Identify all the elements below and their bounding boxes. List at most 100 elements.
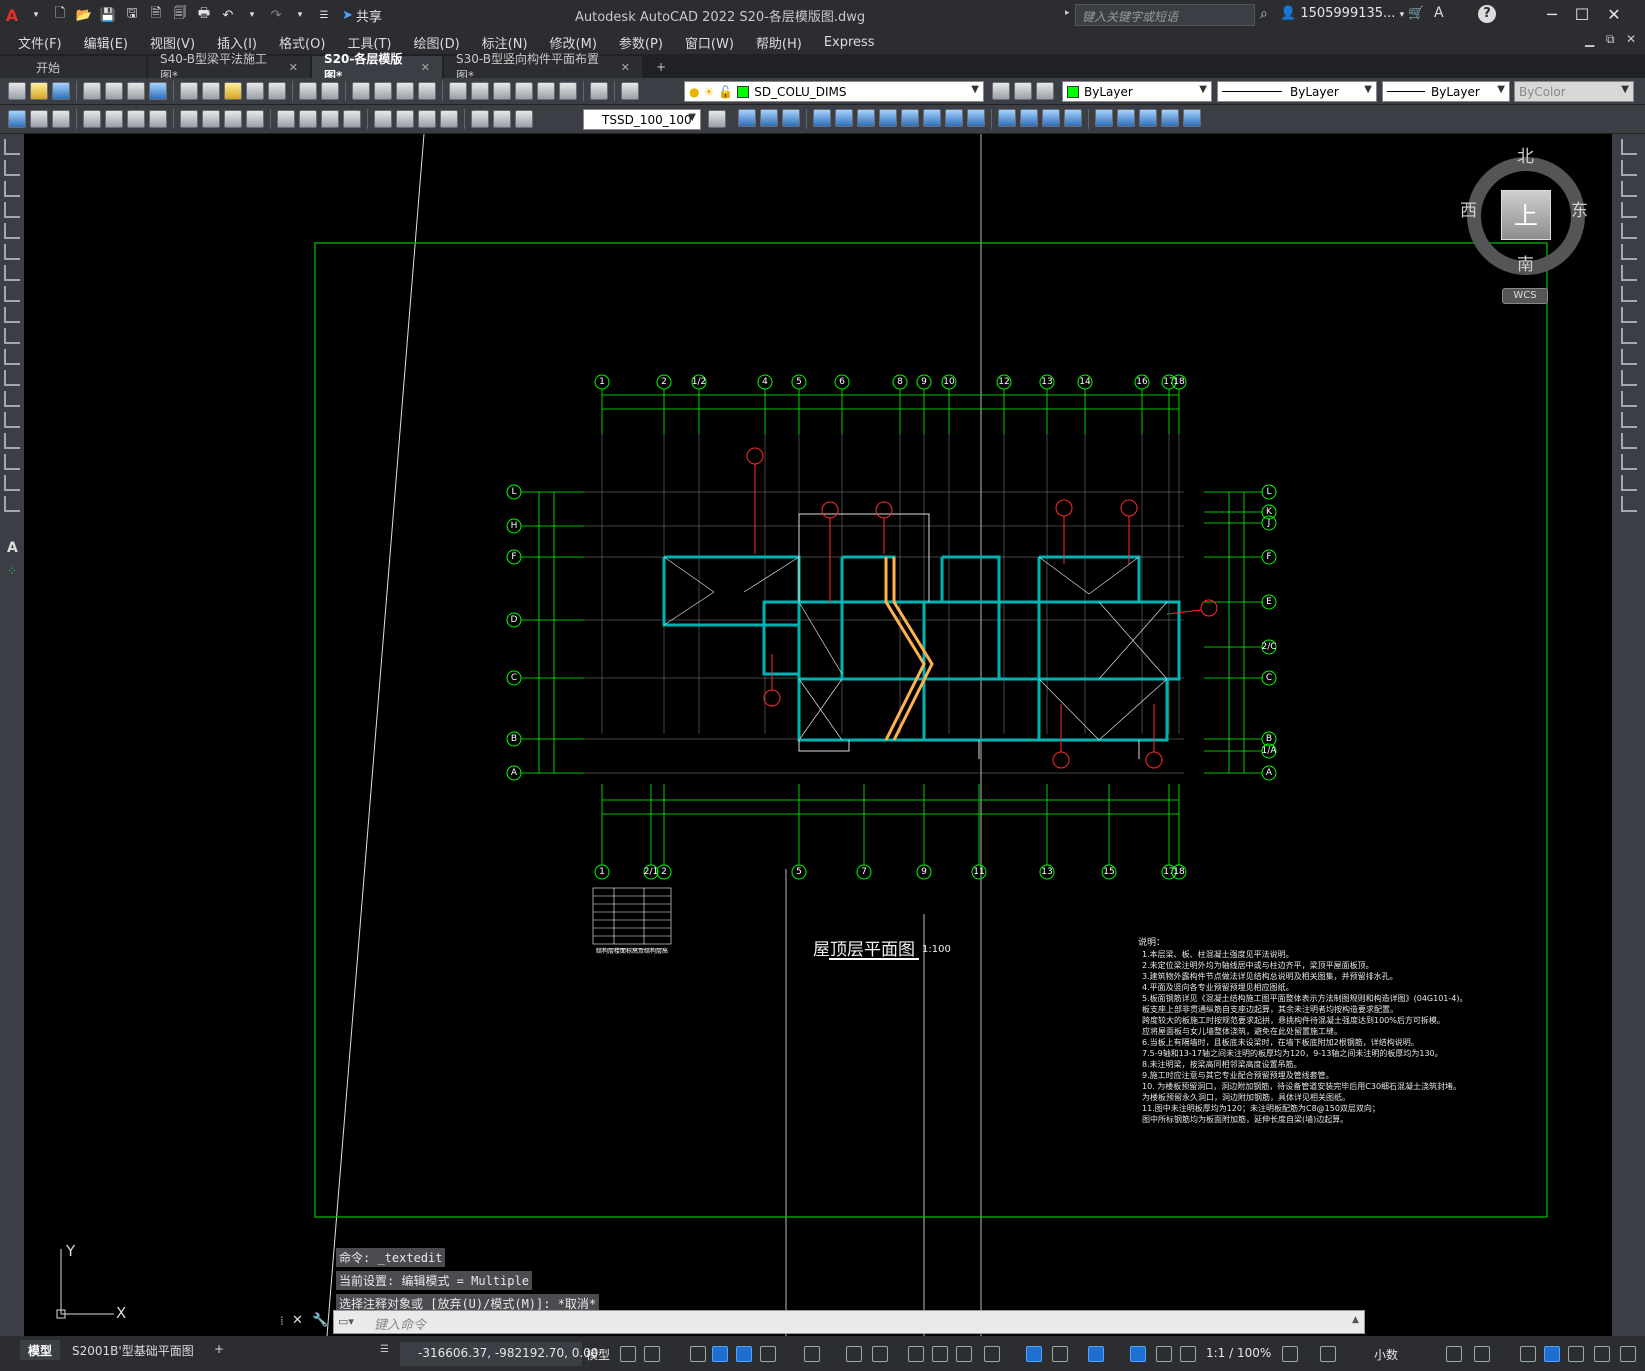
- minimize-button[interactable]: ─: [1538, 3, 1566, 27]
- auto-scale-icon[interactable]: [1156, 1346, 1172, 1362]
- rectangle-icon[interactable]: [4, 223, 20, 239]
- plot-icon[interactable]: [83, 82, 101, 100]
- dim-update-icon[interactable]: [515, 110, 533, 128]
- workspace-gear-icon[interactable]: [1282, 1346, 1298, 1362]
- break-icon[interactable]: [1620, 391, 1637, 407]
- menu-draw[interactable]: 绘图(D): [403, 33, 471, 52]
- break-at-point-icon[interactable]: [1620, 370, 1637, 386]
- undo-icon[interactable]: [299, 82, 317, 100]
- plotstyle-dropdown[interactable]: ByColor ▼: [1514, 81, 1634, 102]
- close-icon[interactable]: ✕: [421, 61, 430, 74]
- add-selected-icon[interactable]: ⁘: [7, 564, 17, 578]
- layer-state-icon[interactable]: [1036, 82, 1054, 100]
- undo-icon[interactable]: ↶: [218, 5, 238, 25]
- menu-dimension[interactable]: 标注(N): [471, 33, 539, 52]
- menu-file[interactable]: 文件(F): [7, 33, 73, 52]
- command-history-toggle-icon[interactable]: ▲: [1352, 1315, 1359, 1325]
- annotation-monitor-icon[interactable]: [1320, 1346, 1336, 1362]
- circle-icon[interactable]: [4, 265, 20, 281]
- new-file-icon[interactable]: 🗋: [50, 5, 70, 25]
- menu-tools[interactable]: 工具(T): [336, 33, 402, 52]
- status-menu-icon[interactable]: ☰: [380, 1344, 389, 1355]
- dim-diameter-icon[interactable]: [224, 110, 242, 128]
- user-account[interactable]: 👤 1505999135... ▾: [1280, 6, 1404, 21]
- annoscale-dropdown[interactable]: TSSD_100_100 ▼: [583, 109, 701, 130]
- dynamic-ucs-icon[interactable]: [1026, 1346, 1042, 1362]
- menu-modify[interactable]: 修改(M): [539, 33, 608, 52]
- fullscreen-icon[interactable]: [1594, 1346, 1610, 1362]
- dim-aligned-icon[interactable]: [105, 110, 123, 128]
- inspect-icon[interactable]: [418, 110, 436, 128]
- redo-icon[interactable]: [321, 82, 339, 100]
- erase-icon[interactable]: [1620, 139, 1637, 155]
- dim-space-icon[interactable]: [343, 110, 361, 128]
- close-window-button[interactable]: ✕: [1600, 3, 1628, 27]
- array-icon[interactable]: [1620, 223, 1637, 239]
- command-prompt-icon[interactable]: ▭▾: [338, 1315, 354, 1328]
- modify-tool-icon[interactable]: [835, 109, 853, 127]
- modify-tool-icon[interactable]: [945, 109, 963, 127]
- dim-edit-icon[interactable]: [471, 110, 489, 128]
- pan-icon[interactable]: [352, 82, 370, 100]
- extend-icon[interactable]: [1620, 349, 1637, 365]
- stretch-icon[interactable]: [1620, 307, 1637, 323]
- help-icon[interactable]: [590, 82, 608, 100]
- markup-icon[interactable]: [537, 82, 555, 100]
- properties-icon[interactable]: [449, 82, 467, 100]
- add-layout-button[interactable]: +: [206, 1340, 232, 1360]
- share-icon[interactable]: ➤: [342, 8, 353, 23]
- zoom-window-icon[interactable]: [396, 82, 414, 100]
- block-editor-icon[interactable]: [268, 82, 286, 100]
- help-icon[interactable]: ?: [1478, 5, 1496, 23]
- dim-angular-icon[interactable]: [246, 110, 264, 128]
- tab-s30[interactable]: S30-B型竖向构件平面布置图* ✕: [444, 52, 642, 83]
- offset-icon[interactable]: [1620, 202, 1637, 218]
- line-icon[interactable]: [4, 139, 20, 155]
- join-icon[interactable]: [1620, 412, 1637, 428]
- calculator-icon[interactable]: [559, 82, 577, 100]
- menu-window[interactable]: 窗口(W): [674, 33, 745, 52]
- modify-tool-icon[interactable]: [923, 109, 941, 127]
- modify-tool-icon[interactable]: [879, 109, 897, 127]
- doc-close-button[interactable]: ✕: [1626, 32, 1636, 46]
- tab-layout[interactable]: S2001B'型基础平面图: [64, 1340, 202, 1360]
- selection-filter-icon[interactable]: [1052, 1346, 1068, 1362]
- make-current-layer-icon[interactable]: [992, 82, 1010, 100]
- center-mark-icon[interactable]: [396, 110, 414, 128]
- viewcube-top-face[interactable]: 上: [1501, 190, 1551, 240]
- redo-dropdown-icon[interactable]: ▾: [290, 5, 310, 25]
- modify-tool-icon[interactable]: [1042, 109, 1060, 127]
- move-icon[interactable]: [1620, 244, 1637, 260]
- table-icon[interactable]: [4, 496, 20, 512]
- tssd-tool-icon[interactable]: [52, 110, 70, 128]
- command-input[interactable]: 键入命令: [333, 1310, 1365, 1334]
- tolerance-icon[interactable]: [374, 110, 392, 128]
- zoom-previous-icon[interactable]: [418, 82, 436, 100]
- gradient-icon[interactable]: [4, 454, 20, 470]
- mirror-icon[interactable]: [1620, 181, 1637, 197]
- app-menu-icon[interactable]: A: [2, 5, 22, 25]
- menu-format[interactable]: 格式(O): [268, 33, 336, 52]
- design-center-icon[interactable]: [471, 82, 489, 100]
- modify-tool-icon[interactable]: [813, 109, 831, 127]
- save-web-icon[interactable]: 🗐: [170, 5, 190, 25]
- modify-tool-icon[interactable]: [760, 109, 778, 127]
- menu-parametric[interactable]: 参数(P): [608, 33, 674, 52]
- selection-cycling-icon[interactable]: [956, 1346, 972, 1362]
- plot-icon[interactable]: 🖶: [194, 5, 214, 25]
- dynamic-input-icon[interactable]: [712, 1346, 728, 1362]
- polyline-icon[interactable]: [4, 181, 20, 197]
- jogged-linear-icon[interactable]: [440, 110, 458, 128]
- tool-palettes-icon[interactable]: [493, 82, 511, 100]
- modify-tool-icon[interactable]: [1020, 109, 1038, 127]
- region-icon[interactable]: [4, 475, 20, 491]
- ortho-icon[interactable]: [736, 1346, 752, 1362]
- modify-tool-icon[interactable]: [998, 109, 1016, 127]
- autodesk-app-icon[interactable]: A: [1434, 5, 1444, 21]
- mtext-icon[interactable]: A: [7, 540, 18, 556]
- dim-jogged-icon[interactable]: [202, 110, 220, 128]
- qnew-icon[interactable]: [8, 82, 26, 100]
- sheet-set-icon[interactable]: [515, 82, 533, 100]
- isometric-icon[interactable]: [804, 1346, 820, 1362]
- doc-restore-button[interactable]: ⧉: [1606, 32, 1615, 47]
